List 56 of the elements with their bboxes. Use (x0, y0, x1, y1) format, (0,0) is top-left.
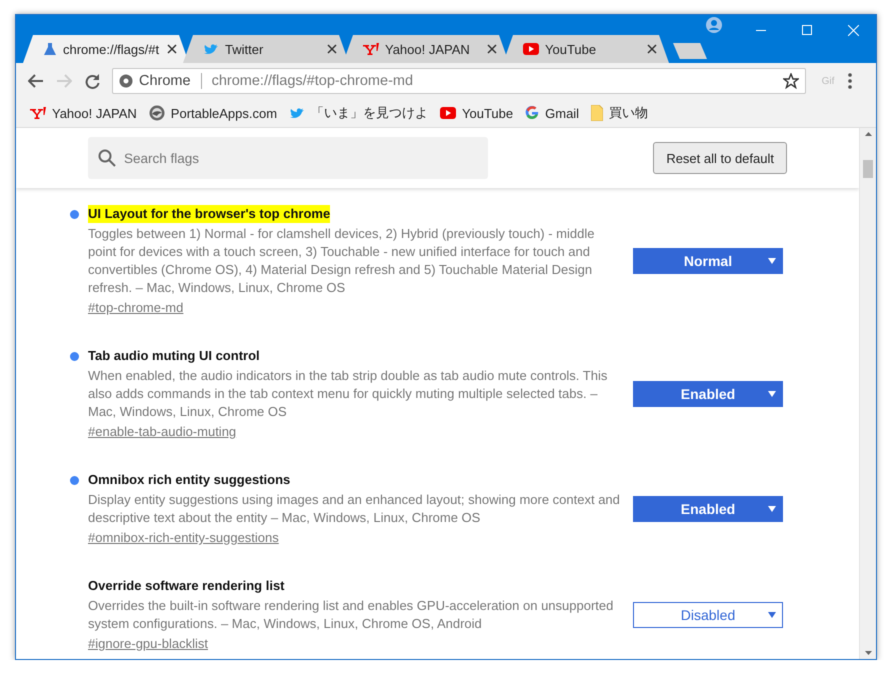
close-icon[interactable] (327, 44, 337, 54)
flag-description: When enabled, the audio indicators in the tab strip double as tab audio mute controls. This also adds commands in the tab context menu for quickly muting multiple selected tabs. – Mac, Windows, Linux, Chrome OS (88, 367, 608, 421)
star-icon[interactable] (783, 73, 799, 89)
browser-tab[interactable]: YouTube (503, 35, 669, 63)
caret-icon (768, 612, 776, 618)
bookmark-link[interactable]: PortableApps.com (170, 106, 278, 120)
close-icon[interactable] (167, 44, 177, 54)
scrollbar-thumb[interactable] (863, 160, 873, 178)
maximize-icon[interactable] (802, 25, 812, 35)
flag-dropdown[interactable]: Enabled (633, 381, 783, 407)
flag-title: Omnibox rich entity suggestions (88, 471, 290, 489)
flag-link[interactable]: #enable-tab-audio-muting (88, 423, 236, 441)
flag-link[interactable]: #omnibox-rich-entity-suggestions (88, 529, 279, 547)
play-icon (523, 43, 539, 55)
bookmark-link[interactable]: 買い物 (609, 104, 648, 122)
bookmark-link[interactable]: Gmail (545, 106, 580, 120)
flag-dropdown[interactable]: Disabled (633, 602, 783, 628)
back-icon[interactable] (28, 74, 44, 88)
caret-icon (768, 391, 776, 397)
site-label: Chrome (139, 73, 191, 89)
play-icon (440, 107, 456, 119)
flag-title: UI Layout for the browser's top chrome (88, 205, 330, 223)
reload-icon[interactable] (84, 74, 100, 88)
flag-dropdown[interactable]: Normal (633, 248, 783, 274)
globe-icon (148, 105, 165, 121)
reset-button[interactable]: Reset all to default (653, 142, 787, 174)
flag-title: Tab audio muting UI control (88, 347, 260, 365)
logo-icon (30, 107, 46, 119)
bookmark-folder-icon (591, 105, 604, 121)
new-tab-button[interactable] (673, 43, 707, 59)
menu-icon[interactable] (848, 73, 852, 89)
flag-link[interactable]: #ignore-gpu-blacklist (88, 635, 208, 653)
flag-description: Toggles between 1) Normal - for clamshell devices, 2) Hybrid (previously touch) - middle point for devices with a touch screen, 3) Touchable - new unified interface for touch and convertibles (Chrome OS), 4) Material Design refresh and 5) Touchable Material Design refresh. – Mac, Windows, Linux, Chrome OS (88, 225, 596, 297)
flag-description: Overrides the built-in software rendering list and enables GPU-acceleration on unsupported system configurations. – Mac, Windows, Linux, Chrome OS, Android (88, 597, 614, 633)
bookmark-link[interactable]: 「いま」を見つけよ (311, 104, 428, 122)
bookmark-link[interactable]: Yahoo! JAPAN (52, 106, 137, 120)
google-icon (525, 106, 540, 120)
flag-dropdown[interactable]: Enabled (633, 496, 783, 522)
close-icon[interactable] (647, 44, 657, 54)
scroll-up-icon[interactable] (864, 132, 872, 136)
chrome-page-icon (119, 74, 133, 88)
scroll-down-icon[interactable] (864, 651, 872, 655)
flag-link[interactable]: #top-chrome-md (88, 299, 184, 317)
caret-icon (768, 258, 776, 264)
url-text: chrome://flags/#top-chrome-md (212, 73, 414, 89)
bird-icon (289, 106, 306, 120)
logo-icon (363, 43, 379, 55)
flask-icon (43, 42, 57, 56)
bookmark-link[interactable]: YouTube (462, 106, 514, 120)
address-bar[interactable]: Chrome chrome://flags/#top-chrome-md (112, 68, 806, 94)
caret-icon (768, 506, 776, 512)
bird-icon (203, 42, 219, 56)
close-icon[interactable] (487, 44, 497, 54)
flag-description: Display entity suggestions using images and an enhanced layout; showing more context and descriptive text about the entity – Mac, Windows, Linux, Chrome OS (88, 491, 621, 527)
search-field[interactable]: Search flags (88, 137, 488, 179)
flag-title: Override software rendering list (88, 577, 285, 595)
